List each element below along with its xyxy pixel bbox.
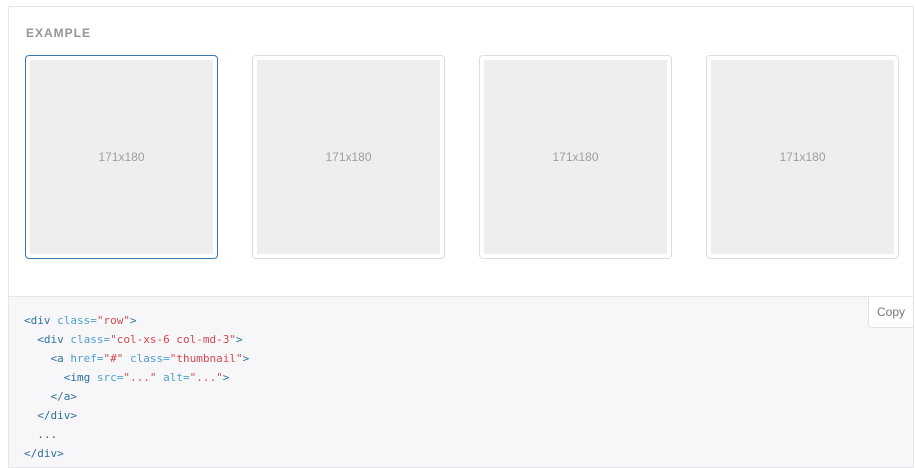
copy-button[interactable]: Copy [868,297,913,328]
code-token-tag: <img [63,371,97,384]
code-token-tag: > [235,333,243,346]
thumbnail-image-placeholder: 171x180 [711,60,894,254]
code-token-tag: </a> [50,390,78,403]
code-token-tag: > [130,314,137,327]
code-token-tag: > [242,352,250,365]
code-token-str: "..." [123,371,157,384]
code-token-str: "..." [189,371,223,384]
code-line: <img src="..." alt="..."> [24,368,249,387]
example-panel: EXAMPLE 171x180 171x180 171x180 171x180 [8,6,914,296]
code-line: </div> [24,444,249,463]
code-panel: Copy <div class="row"> <div class="col-x… [8,296,914,468]
thumbnail-image-placeholder: 171x180 [30,60,213,254]
code-token-str: "#" [103,352,124,365]
code-token-tag: > [222,371,230,384]
thumbnail-image-placeholder: 171x180 [484,60,667,254]
code-snippet: <div class="row"> <div class="col-xs-6 c… [24,311,249,463]
thumbnail-row: 171x180 171x180 171x180 171x180 [25,55,899,261]
code-line: </a> [24,387,249,406]
code-token-str: "thumbnail" [169,352,243,365]
code-line: <div class="col-xs-6 col-md-3"> [24,330,249,349]
code-line: ... [24,425,249,444]
code-line: <a href="#" class="thumbnail"> [24,349,250,368]
thumbnail-image-placeholder: 171x180 [257,60,440,254]
code-token-str: "col-xs-6 col-md-3" [110,333,236,346]
thumbnail-link-2[interactable]: 171x180 [252,55,445,259]
example-label: EXAMPLE [26,26,92,40]
code-token-tag: </div> [24,447,64,460]
code-token-tag: </div> [37,409,77,422]
code-line: </div> [24,406,249,425]
thumbnail-link-1[interactable]: 171x180 [25,55,218,259]
code-token-attr: class= [123,352,170,365]
code-token-attr: src= [96,371,124,384]
code-token-attr: href= [70,352,104,365]
thumbnail-link-4[interactable]: 171x180 [706,55,899,259]
code-token-str: "row" [96,314,130,327]
code-line: <div class="row"> [24,311,249,330]
code-token-attr: class= [70,333,111,346]
code-token-tag: <div [24,314,58,327]
code-token-attr: class= [57,314,97,327]
code-token-tag: <div [37,333,71,346]
code-token-plain: ... [24,428,58,441]
code-token-attr: alt= [156,371,190,384]
code-token-tag: <a [50,352,71,365]
thumbnail-link-3[interactable]: 171x180 [479,55,672,259]
